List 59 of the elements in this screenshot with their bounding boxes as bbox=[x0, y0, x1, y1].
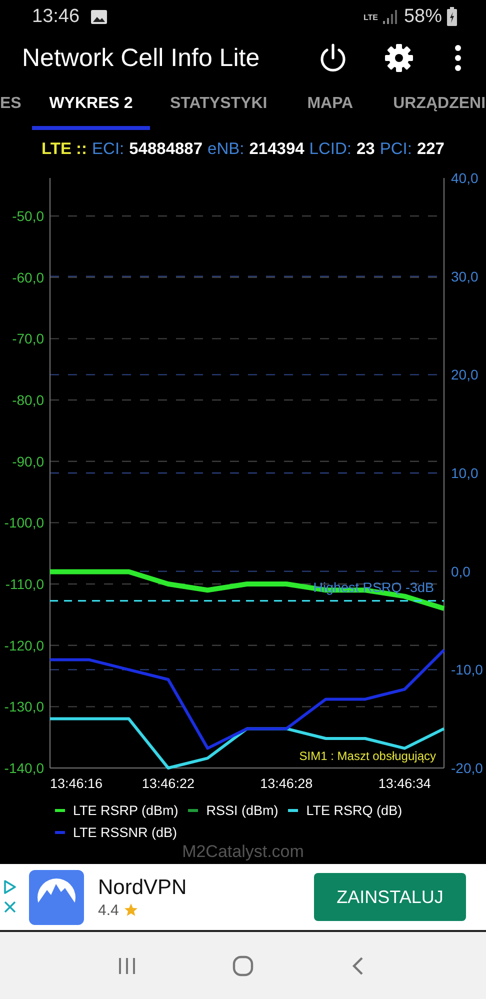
network-type: LTE bbox=[363, 12, 378, 22]
install-button[interactable]: ZAINSTALUJ bbox=[314, 873, 466, 921]
axis-label: -70,0 bbox=[12, 330, 44, 347]
tab[interactable]: ES bbox=[0, 82, 20, 130]
field-label: eNB: bbox=[208, 140, 244, 158]
tab[interactable]: WYKRES 2 bbox=[32, 82, 150, 130]
app-title: Network Cell Info Lite bbox=[22, 44, 261, 72]
axis-label: -10,0 bbox=[451, 662, 483, 678]
axis-label: -120,0 bbox=[4, 637, 44, 654]
tab[interactable]: MAPA bbox=[307, 82, 354, 130]
axis-label: -130,0 bbox=[4, 698, 44, 715]
axis-label: -100,0 bbox=[4, 514, 44, 531]
tab[interactable]: STATYSTYKI bbox=[170, 82, 268, 130]
tab[interactable]: URZĄDZENI bbox=[393, 82, 486, 130]
axis-label: -80,0 bbox=[12, 392, 44, 408]
axis-label: 13:46:22 bbox=[142, 776, 194, 791]
field-value: 227 bbox=[416, 140, 444, 158]
axis-label: 10,0 bbox=[451, 465, 478, 481]
power-icon[interactable] bbox=[318, 43, 348, 73]
close-icon[interactable] bbox=[3, 900, 17, 914]
app-logo-icon[interactable] bbox=[29, 870, 84, 924]
field-label: LCID: bbox=[309, 140, 352, 158]
field-value: 23 bbox=[356, 140, 375, 158]
axis-label: 13:46:34 bbox=[378, 776, 431, 791]
technology-label: LTE :: bbox=[42, 140, 88, 158]
axis-label: 0,0 bbox=[451, 563, 470, 580]
chart-label: SIM1 : Maszt obsługujący bbox=[299, 749, 436, 763]
settings-icon[interactable] bbox=[384, 43, 414, 73]
field-value: 54884887 bbox=[129, 140, 203, 158]
legend-label: LTE RSRQ (dB) bbox=[306, 802, 402, 818]
axis-label: -140,0 bbox=[4, 760, 44, 776]
clock: 13:46 bbox=[32, 6, 80, 28]
signal-icon bbox=[382, 9, 398, 25]
legend-label: LTE RSSNR (dB) bbox=[73, 824, 178, 840]
legend-label: RSSI (dBm) bbox=[206, 802, 278, 818]
chart-credit: M2Catalyst.com bbox=[181, 842, 305, 862]
field-label: ECI: bbox=[92, 140, 124, 158]
axis-label: 13:46:28 bbox=[260, 776, 313, 791]
app-name: NordVPN bbox=[98, 876, 188, 900]
axis-label: -50,0 bbox=[12, 208, 44, 224]
battery-level: 58% bbox=[404, 6, 442, 28]
axis-label: 40,0 bbox=[451, 170, 478, 186]
axis-label: 13:46:16 bbox=[50, 776, 103, 791]
battery-icon bbox=[446, 7, 458, 27]
field-value: 214394 bbox=[249, 140, 304, 158]
axis-label: -20,0 bbox=[451, 760, 483, 776]
image-icon bbox=[90, 9, 108, 25]
axis-label: -60,0 bbox=[12, 269, 44, 286]
menu-icon[interactable] bbox=[454, 43, 462, 73]
star-icon bbox=[124, 903, 138, 917]
axis-label: -90,0 bbox=[12, 453, 44, 470]
rating: 4.4 bbox=[98, 902, 119, 918]
field-label: PCI: bbox=[380, 140, 412, 158]
axis-label: -110,0 bbox=[5, 576, 44, 592]
legend-label: LTE RSRP (dBm) bbox=[73, 802, 178, 818]
home-icon[interactable] bbox=[230, 954, 255, 978]
axis-label: 30,0 bbox=[451, 268, 478, 284]
play-icon[interactable] bbox=[3, 880, 17, 894]
axis-label: 20,0 bbox=[451, 366, 478, 383]
